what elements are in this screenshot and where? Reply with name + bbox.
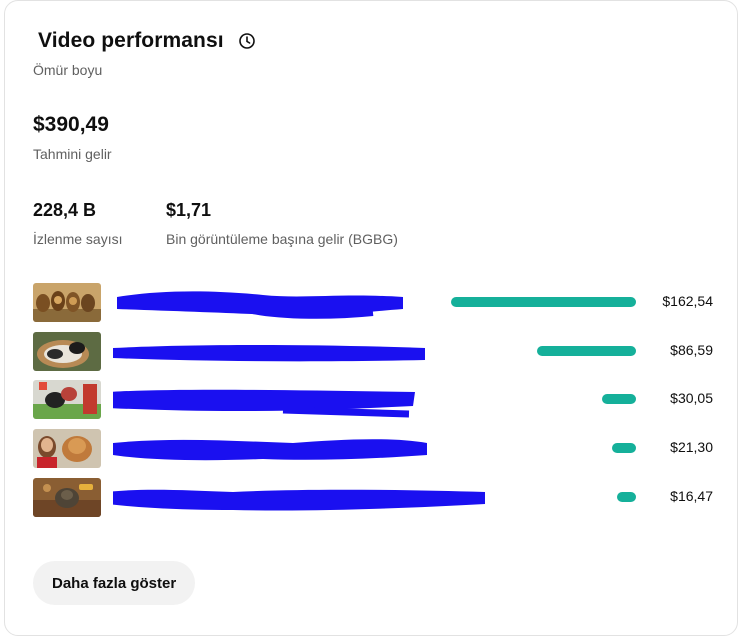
redaction-mark [113,345,425,362]
redaction-mark [113,439,427,461]
redaction-mark [113,389,415,418]
video-thumbnail[interactable] [33,380,101,419]
revenue-bar [537,346,636,356]
rpm-metric: $1,71 Bin görüntüleme başına gelir (BGBG… [166,200,398,247]
video-title-redacted[interactable] [113,482,485,512]
video-row[interactable]: $162,54 [33,283,713,323]
views-label: İzlenme sayısı [33,231,123,247]
video-row[interactable]: $21,30 [33,429,713,469]
revenue-bar [612,443,636,453]
video-title-redacted[interactable] [113,336,425,366]
video-row[interactable]: $30,05 [33,380,713,420]
rpm-label: Bin görüntüleme başına gelir (BGBG) [166,231,398,247]
video-thumbnail[interactable] [33,429,101,468]
video-title-redacted[interactable] [113,433,427,463]
views-metric: 228,4 B İzlenme sayısı [33,200,122,247]
title-row: Video performansı [38,29,256,53]
estimated-revenue-label: Tahmini gelir [33,146,112,162]
video-thumbnail[interactable] [33,283,101,322]
revenue-bar [602,394,636,404]
video-row[interactable]: $16,47 [33,478,713,518]
video-title-redacted[interactable] [113,384,415,418]
video-revenue: $30,05 [670,390,713,406]
video-row[interactable]: $86,59 [33,332,713,372]
video-revenue: $21,30 [670,439,713,455]
redaction-mark [117,291,403,319]
revenue-bar [451,297,636,307]
video-revenue: $162,54 [662,293,713,309]
period-label: Ömür boyu [33,62,103,78]
revenue-bar [617,492,636,502]
views-value: 228,4 B [33,200,97,220]
video-thumbnail[interactable] [33,478,101,517]
video-thumbnail[interactable] [33,332,101,371]
estimated-revenue-value: $390,49 [33,113,109,136]
video-revenue: $86,59 [670,342,713,358]
video-revenue: $16,47 [670,488,713,504]
clock-icon[interactable] [238,32,256,50]
show-more-button[interactable]: Daha fazla göster [33,561,196,605]
rpm-value: $1,71 [166,200,212,220]
video-title-redacted[interactable] [113,287,413,319]
card-title: Video performansı [38,29,224,52]
redaction-mark [113,489,485,511]
